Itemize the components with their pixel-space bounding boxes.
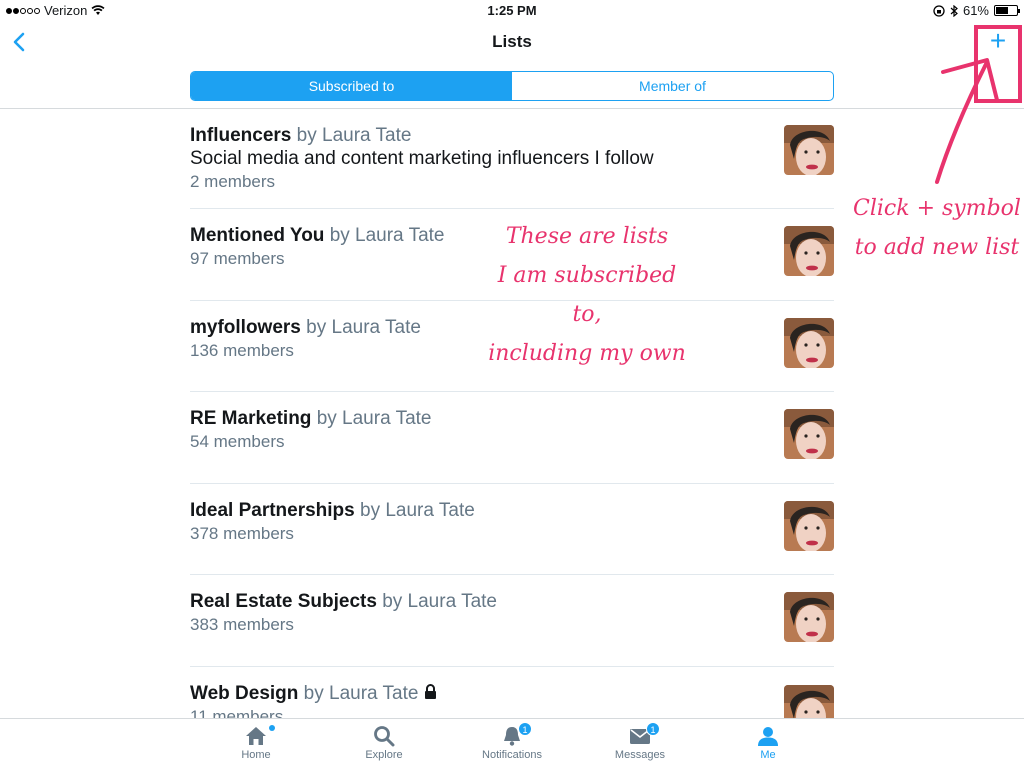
avatar[interactable] <box>784 409 834 459</box>
list-name: Mentioned You <box>190 225 325 246</box>
annotation-line: including my own <box>488 341 686 366</box>
status-right: 61% <box>933 3 1020 18</box>
list-owner: by Laura Tate <box>306 317 421 338</box>
nav-bar: Lists + <box>0 20 1024 64</box>
annotation-add-note: Click + symbol to add new list <box>850 189 1024 267</box>
list-owner: by Laura Tate <box>296 125 412 146</box>
list-member-count: 378 members <box>190 524 294 543</box>
new-content-dot <box>269 725 275 731</box>
segmented-control: Subscribed to Member of <box>190 71 834 101</box>
list-name: Web Design <box>190 683 299 704</box>
list-row-text: Influencers by Laura Tate Social media an… <box>190 124 774 193</box>
battery-percent: 61% <box>962 3 989 18</box>
bluetooth-icon <box>950 4 958 17</box>
list-row[interactable]: Influencers by Laura Tate Social media an… <box>190 109 834 209</box>
tab-bar: Home Explore 1 Notifications 1 Messages <box>0 718 1024 768</box>
tab-messages[interactable]: 1 Messages <box>590 722 690 761</box>
battery-icon <box>994 5 1020 16</box>
annotation-line: to add new list <box>854 235 1020 260</box>
list-row[interactable]: Ideal Partnerships by Laura Tate 378 memb… <box>190 484 834 575</box>
list-member-count: 383 members <box>190 615 294 634</box>
list-title-line: Real Estate Subjects by Laura Tate <box>190 590 774 613</box>
messages-badge: 1 <box>646 722 660 736</box>
person-icon <box>758 727 778 746</box>
list-title-line: Ideal Partnerships by Laura Tate <box>190 499 774 522</box>
list-owner: by Laura Tate <box>316 408 432 429</box>
lists-list: Influencers by Laura Tate Social media an… <box>190 109 834 735</box>
list-row[interactable]: Real Estate Subjects by Laura Tate 383 me… <box>190 575 834 667</box>
list-title-line: RE Marketing by Laura Tate <box>190 407 774 430</box>
annotation-lists-note: These are lists I am subscribed to, incl… <box>482 217 692 373</box>
segment-subscribed-to[interactable]: Subscribed to <box>191 72 512 100</box>
annotation-line: These are lists <box>505 224 669 249</box>
tab-label: Notifications <box>482 749 542 761</box>
list-name: RE Marketing <box>190 408 312 429</box>
list-description: Social media and content marketing influ… <box>190 148 654 169</box>
tab-label: Explore <box>365 749 403 761</box>
list-row[interactable]: RE Marketing by Laura Tate 54 members <box>190 392 834 484</box>
tab-explore[interactable]: Explore <box>334 725 434 761</box>
list-name: Ideal Partnerships <box>190 500 355 521</box>
page-title: Lists <box>492 32 532 51</box>
home-icon <box>246 727 266 745</box>
list-name: Influencers <box>190 125 292 146</box>
avatar[interactable] <box>784 501 834 551</box>
lists-screen: Verizon 1:25 PM 61% Lists + Subscribed t… <box>0 0 1024 768</box>
list-title-line: Influencers by Laura Tate <box>190 124 774 147</box>
list-row-text: Ideal Partnerships by Laura Tate 378 memb… <box>190 499 774 545</box>
annotation-line: I am subscribed to, <box>497 263 677 327</box>
tab-home[interactable]: Home <box>206 725 306 761</box>
list-name: Real Estate Subjects <box>190 591 377 612</box>
tab-label: Home <box>241 749 271 761</box>
notifications-badge: 1 <box>518 722 532 736</box>
list-owner: by Laura Tate <box>329 225 445 246</box>
list-title-line: Web Design by Laura Tate <box>190 682 774 705</box>
tab-label: Me <box>760 749 776 761</box>
status-time: 1:25 PM <box>487 3 537 18</box>
list-owner: by Laura Tate <box>382 591 497 612</box>
list-owner: by Laura Tate <box>303 683 419 704</box>
tab-me[interactable]: Me <box>718 725 818 761</box>
list-row-text: RE Marketing by Laura Tate 54 members <box>190 407 774 453</box>
annotation-line: Click + symbol <box>853 196 1021 221</box>
search-icon <box>374 726 395 747</box>
avatar[interactable] <box>784 318 834 368</box>
avatar[interactable] <box>784 226 834 276</box>
tab-notifications[interactable]: 1 Notifications <box>462 722 562 761</box>
segment-member-of[interactable]: Member of <box>512 72 833 100</box>
status-bar: Verizon 1:25 PM 61% <box>0 0 1024 20</box>
list-row-text: Real Estate Subjects by Laura Tate 383 me… <box>190 590 774 636</box>
tab-label: Messages <box>614 749 666 761</box>
avatar[interactable] <box>784 125 834 175</box>
list-owner: by Laura Tate <box>360 500 475 521</box>
list-name: myfollowers <box>190 317 301 338</box>
annotation-arrow-icon <box>935 58 999 184</box>
lock-icon <box>425 684 437 699</box>
list-member-count: 2 members <box>190 172 276 191</box>
avatar[interactable] <box>784 592 834 642</box>
rotation-lock-icon <box>933 4 945 17</box>
list-member-count: 54 members <box>190 432 285 451</box>
